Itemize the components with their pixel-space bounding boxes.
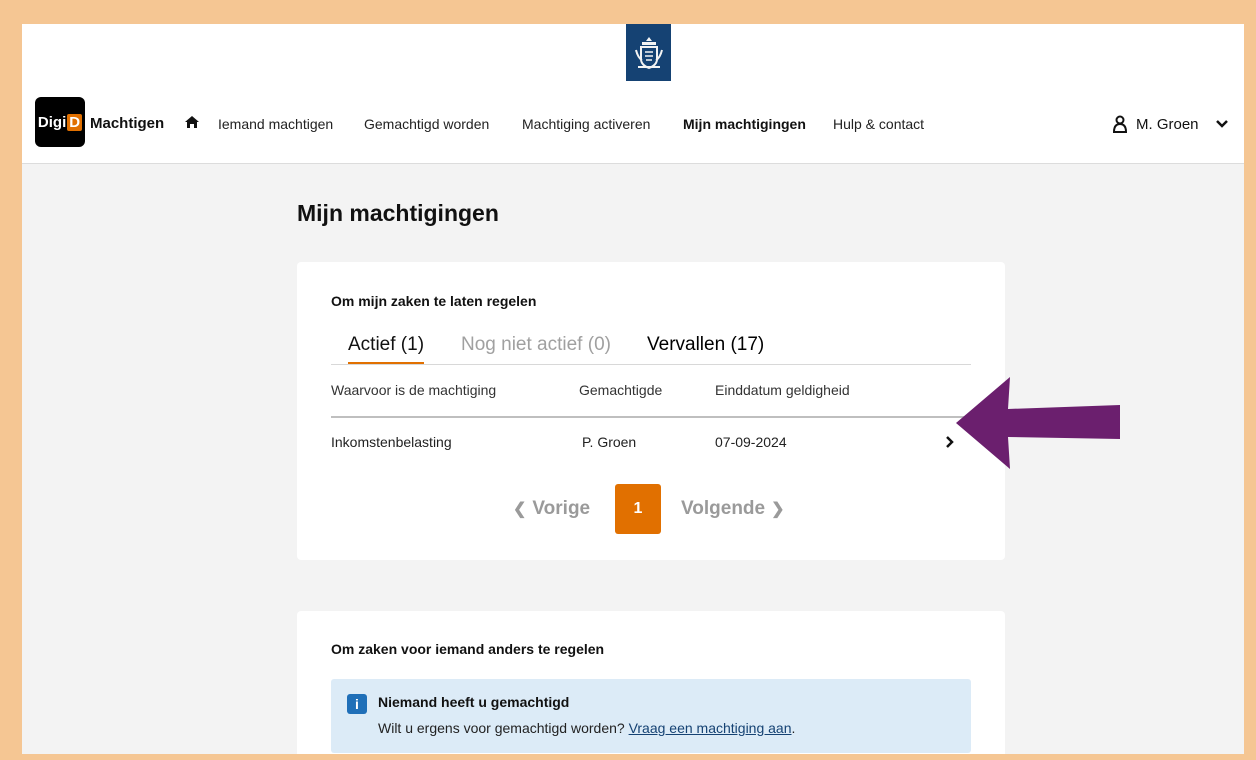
user-icon [1112,115,1128,133]
info-title: Niemand heeft u gemachtigd [378,694,570,710]
pagination-prev-label: Vorige [532,498,591,519]
pagination-next-label: Volgende [681,498,766,519]
tab-vervallen[interactable]: Vervallen (17) [647,334,764,356]
info-text-end: . [791,720,796,736]
row-delegate: P. Groen [582,434,637,450]
app-name: Machtigen [90,115,165,132]
page-title: Mijn machtigingen [297,200,499,226]
nav-hulp-contact[interactable]: Hulp & contact [833,116,924,132]
government-crest-logo [626,24,671,81]
info-text: Wilt u ergens voor gemachtigd worden? Vr… [378,720,795,736]
info-icon: i [347,694,367,714]
section-title: Om mijn zaken te laten regelen [331,293,537,309]
row-purpose: Inkomstenbelasting [331,434,452,450]
pagination-current-page[interactable]: 1 [615,484,661,534]
info-text-body: Wilt u ergens voor gemachtigd worden? [378,720,625,736]
chevron-left-icon: ❮ [513,501,527,518]
others-authorizations-card: Om zaken voor iemand anders te regelen i… [297,611,1005,754]
nav-iemand-machtigen[interactable]: Iemand machtigen [218,116,333,132]
digid-logo[interactable]: Digi D [35,97,85,147]
tab-actief[interactable]: Actief (1) [348,334,425,364]
request-authorization-link[interactable]: Vraag een machtiging aan [629,720,792,736]
site-header: Digi D Machtigen Iemand machtigen Gemacht… [22,24,1244,164]
nav-gemachtigd-worden[interactable]: Gemachtigd worden [364,116,489,132]
digid-logo-d: D [67,113,83,131]
info-message: i Niemand heeft u gemachtigd Wilt u erge… [331,679,971,753]
pagination-prev[interactable]: ❮ Vorige [513,498,590,520]
pagination-next[interactable]: Volgende ❯ [681,498,785,520]
chevron-down-icon [1215,120,1228,128]
user-name: M. Groen [1136,115,1199,133]
section-title: Om zaken voor iemand anders te regelen [331,641,605,657]
column-header-delegate: Gemachtigde [579,382,663,398]
table-header-divider [331,416,971,418]
row-end-date: 07-09-2024 [715,434,787,450]
nav-machtiging-activeren[interactable]: Machtiging activeren [522,116,650,132]
annotation-arrow-icon [956,377,1120,469]
tab-bar: Actief (1) Nog niet actief (0) Vervallen… [331,328,971,365]
nav-mijn-machtigingen[interactable]: Mijn machtigingen [683,116,806,132]
digid-logo-text: Digi [37,113,67,131]
column-header-purpose: Waarvoor is de machtiging [331,382,497,398]
column-header-end-date: Einddatum geldigheid [715,382,850,398]
home-icon[interactable] [184,114,200,130]
chevron-right-icon: ❯ [771,501,785,518]
own-authorizations-card: Om mijn zaken te laten regelen Actief (1… [297,262,1005,560]
tab-nog-niet-actief[interactable]: Nog niet actief (0) [461,334,611,356]
user-menu[interactable]: M. Groen [1112,112,1229,136]
